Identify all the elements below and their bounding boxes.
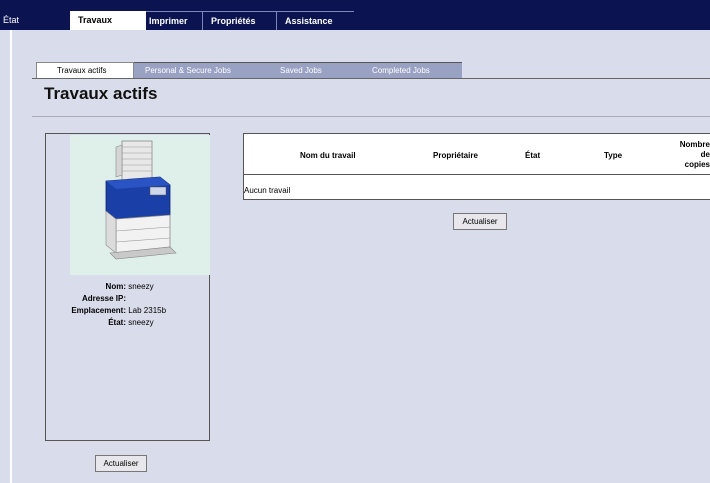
- printer-ip-row: Adresse IP:: [46, 294, 126, 303]
- left-border: [10, 30, 12, 483]
- subtab-completed-label: Completed Jobs: [372, 66, 430, 75]
- subtab-saved-label: Saved Jobs: [280, 66, 322, 75]
- printer-location-value: Lab 2315b: [128, 306, 167, 315]
- printer-panel: Nom: sneezy Adresse IP: Emplacement: Lab…: [45, 133, 210, 441]
- column-header-type[interactable]: Type: [604, 151, 622, 160]
- column-header-copies-line2: copies: [684, 160, 710, 169]
- column-header-copies-line1: Nombre de: [679, 140, 710, 159]
- printer-name-value: sneezy: [128, 282, 154, 291]
- printer-status-row: État: sneezy: [46, 318, 154, 327]
- printer-location-row: Emplacement: Lab 2315b: [46, 306, 166, 315]
- tab-assistance[interactable]: Assistance: [276, 11, 354, 30]
- printer-name-row: Nom: sneezy: [46, 282, 154, 291]
- tab-travaux[interactable]: Travaux: [70, 11, 146, 30]
- subtab-saved-jobs[interactable]: Saved Jobs: [266, 62, 366, 78]
- column-header-copies[interactable]: Nombre de copies: [674, 140, 710, 170]
- tab-travaux-label: Travaux: [78, 15, 113, 25]
- column-header-status[interactable]: État: [525, 151, 540, 160]
- refresh-printer-button[interactable]: Actualiser: [95, 455, 147, 472]
- subtab-divider: [32, 78, 710, 79]
- subtab-personal-secure-jobs[interactable]: Personal & Secure Jobs: [131, 62, 273, 78]
- printer-name-label: Nom:: [105, 282, 126, 291]
- column-header-job-name[interactable]: Nom du travail: [300, 151, 356, 160]
- empty-jobs-message: Aucun travail: [244, 186, 291, 195]
- column-header-owner[interactable]: Propriétaire: [433, 151, 478, 160]
- subtab-completed-jobs[interactable]: Completed Jobs: [358, 62, 462, 78]
- top-nav-bar: État Imprimer Propriétés Assistance Trav…: [0, 0, 710, 30]
- printer-location-label: Emplacement:: [71, 306, 126, 315]
- printer-status-label: État:: [108, 318, 126, 327]
- subtab-actifs-label: Travaux actifs: [57, 66, 107, 75]
- tab-etat[interactable]: État: [0, 11, 60, 30]
- title-divider: [32, 116, 710, 117]
- subtab-travaux-actifs[interactable]: Travaux actifs: [36, 62, 134, 78]
- jobs-table: Nom du travail Propriétaire État Type No…: [243, 133, 710, 200]
- table-header-divider: [244, 174, 710, 175]
- refresh-jobs-button[interactable]: Actualiser: [453, 213, 507, 230]
- tab-imprimer[interactable]: Imprimer: [140, 11, 210, 30]
- subtab-personal-label: Personal & Secure Jobs: [145, 66, 231, 75]
- tab-imprimer-label: Imprimer: [149, 16, 188, 26]
- tab-proprietes[interactable]: Propriétés: [202, 11, 276, 30]
- printer-image: [70, 135, 210, 275]
- page-title: Travaux actifs: [44, 84, 158, 103]
- printer-status-value: sneezy: [128, 318, 154, 327]
- tab-proprietes-label: Propriétés: [211, 16, 256, 26]
- tab-assistance-label: Assistance: [285, 16, 333, 26]
- printer-illustration: [105, 140, 177, 260]
- printer-ip-label: Adresse IP:: [81, 294, 126, 303]
